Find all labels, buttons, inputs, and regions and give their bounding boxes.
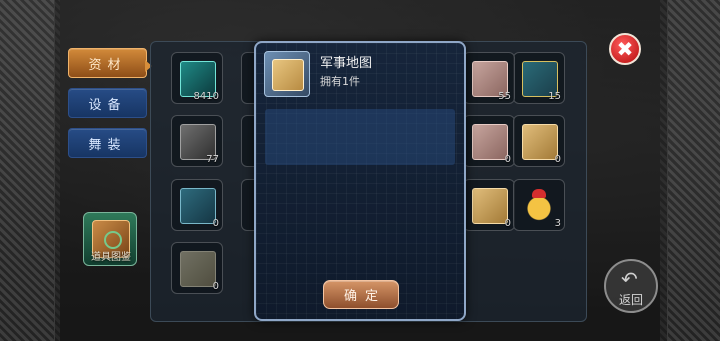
confirm-button[interactable]: 确定 (323, 280, 399, 309)
return-arrow-icon: ↶ (621, 267, 638, 291)
item-count: 0 (554, 154, 561, 165)
tab-outfits-label: 舞装 (88, 137, 127, 153)
map-material-icon (522, 124, 558, 160)
item-count: 77 (206, 154, 219, 165)
item-description-box (265, 109, 455, 165)
inventory-slot[interactable]: 0 (463, 115, 515, 167)
item-title: 军事地图 (320, 56, 373, 71)
paper-material-icon (180, 251, 216, 287)
inventory-slot[interactable]: 0 (513, 115, 565, 167)
inventory-slot[interactable]: 77 (171, 115, 223, 167)
close-icon: ✖ (616, 37, 634, 61)
tab-equipment-label: 设备 (88, 97, 127, 113)
item-icon-frame (264, 51, 310, 97)
map-material-icon (472, 188, 508, 224)
item-count: 0 (212, 218, 219, 229)
item-owned-count: 拥有1件 (320, 75, 360, 88)
tab-outfits[interactable]: 舞装 (68, 128, 147, 158)
close-button[interactable]: ✖ (609, 33, 641, 65)
inventory-slot[interactable]: 3 (513, 179, 565, 231)
confirm-label: 确定 (343, 289, 386, 304)
bell-icon (522, 188, 556, 222)
inventory-slot[interactable]: 15 (513, 52, 565, 104)
blueprint-icon (180, 188, 216, 224)
codex-label: 道具图鉴 (91, 252, 131, 263)
item-count: 0 (504, 154, 511, 165)
item-count: 3 (554, 218, 561, 229)
inventory-slot[interactable]: 8410 (171, 52, 223, 104)
item-detail-dialog: 军事地图 拥有1件 确定 (254, 41, 466, 321)
item-count: 55 (498, 91, 511, 102)
return-button[interactable]: ↶ 返回 (604, 259, 658, 313)
tab-equipment[interactable]: 设备 (68, 88, 147, 118)
item-count: 15 (548, 91, 561, 102)
tab-materials[interactable]: 资材 (68, 48, 147, 78)
background-texture-left (0, 0, 60, 341)
return-label: 返回 (618, 293, 643, 307)
military-map-icon (272, 59, 304, 91)
item-count: 0 (504, 218, 511, 229)
background-texture-right (660, 0, 720, 341)
tab-materials-label: 资材 (88, 57, 127, 73)
pink-material-icon (472, 124, 508, 160)
inventory-slot[interactable]: 0 (171, 179, 223, 231)
item-count: 0 (212, 281, 219, 292)
inventory-slot[interactable]: 55 (463, 52, 515, 104)
inventory-slot[interactable]: 0 (463, 179, 515, 231)
item-count: 8410 (193, 91, 219, 102)
inventory-slot[interactable]: 0 (171, 242, 223, 294)
